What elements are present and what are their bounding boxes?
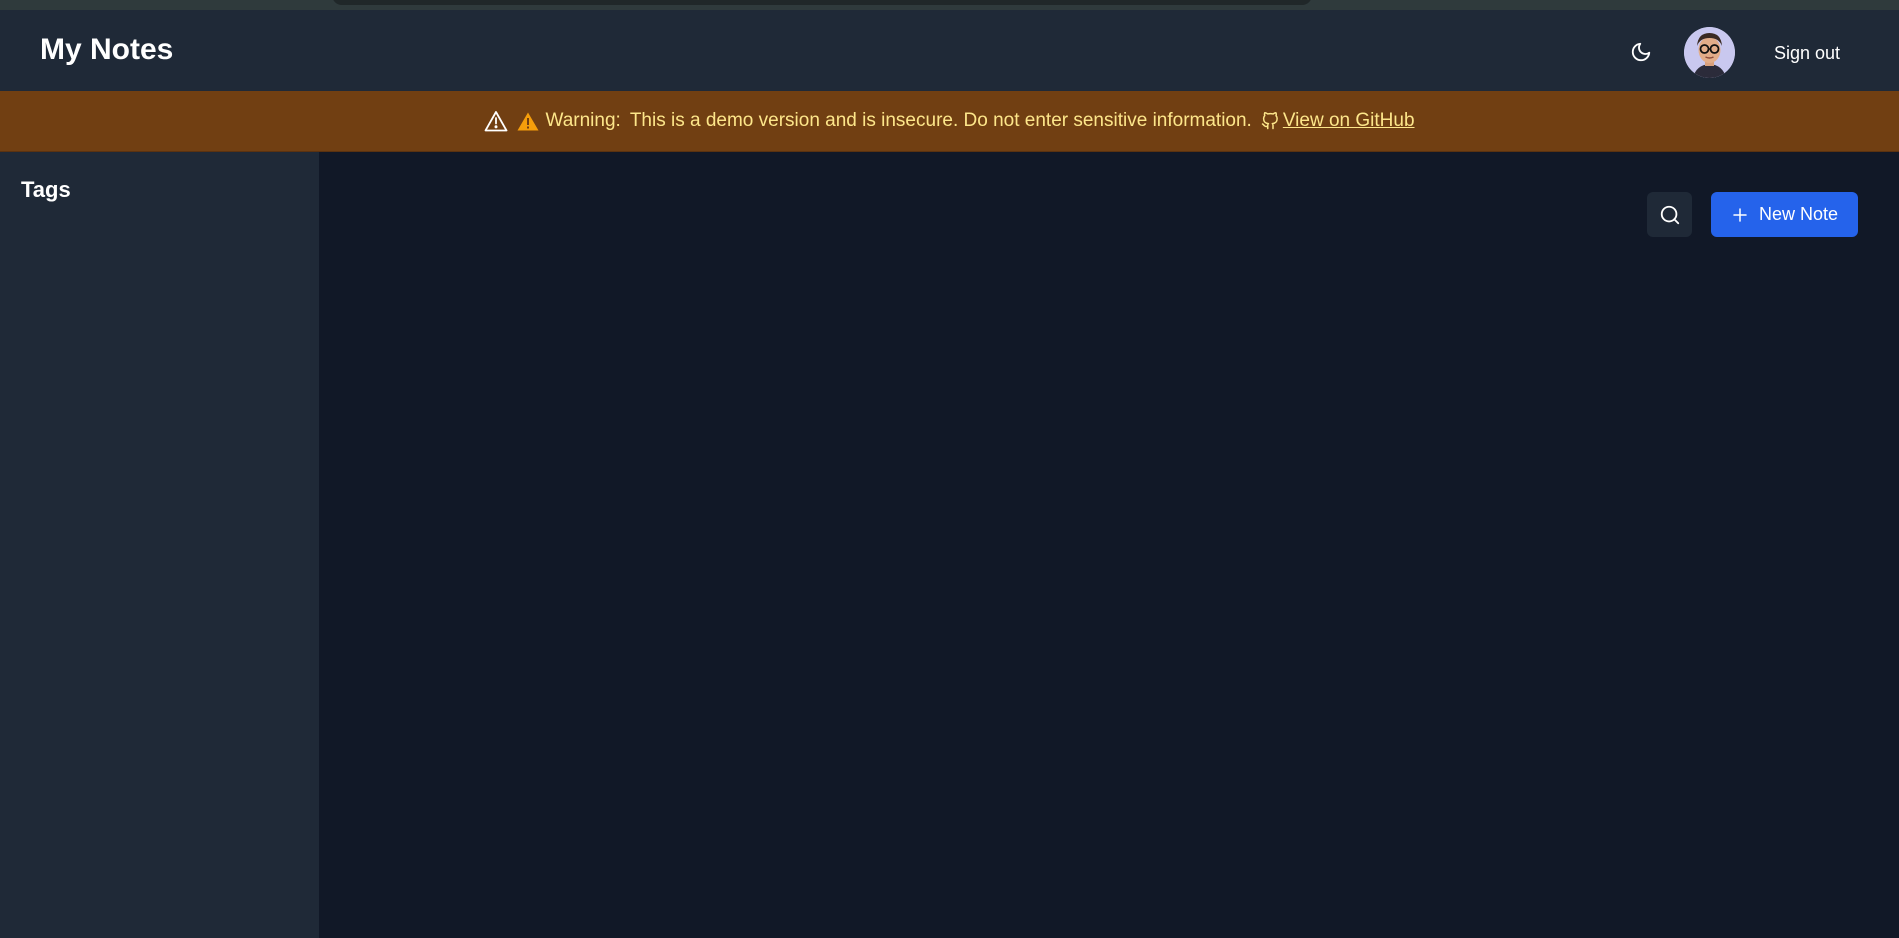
search-icon: [1660, 205, 1679, 224]
new-note-label: New Note: [1758, 204, 1839, 224]
moon-icon: [1631, 42, 1651, 62]
theme-toggle-button[interactable]: [1626, 37, 1656, 67]
new-note-button[interactable]: New Note: [1711, 192, 1858, 237]
notes-main-area: New Note: [319, 152, 1899, 938]
browser-address-bar-edge: [332, 0, 1312, 5]
app-title: My Notes: [40, 33, 174, 66]
browser-top-strip: [0, 0, 1899, 10]
app-header: My Notes Sign out: [0, 10, 1899, 91]
user-avatar[interactable]: [1684, 27, 1735, 78]
warning-icon: [517, 112, 539, 131]
sidebar-title: Tags: [21, 177, 71, 202]
avatar-image: [1684, 27, 1735, 78]
github-icon: [1261, 111, 1279, 131]
warning-outline-icon: [484, 110, 508, 132]
demo-warning-banner: Warning: This is a demo version and is i…: [0, 91, 1899, 152]
warning-label: Warning:: [545, 110, 621, 131]
tags-sidebar: Tags: [0, 152, 319, 938]
search-button[interactable]: [1647, 192, 1692, 237]
plus-icon: [1731, 206, 1749, 224]
warning-message: This is a demo version and is insecure. …: [629, 110, 1252, 131]
github-link[interactable]: View on GitHub: [1283, 110, 1415, 132]
sign-out-button[interactable]: Sign out: [1756, 34, 1858, 72]
